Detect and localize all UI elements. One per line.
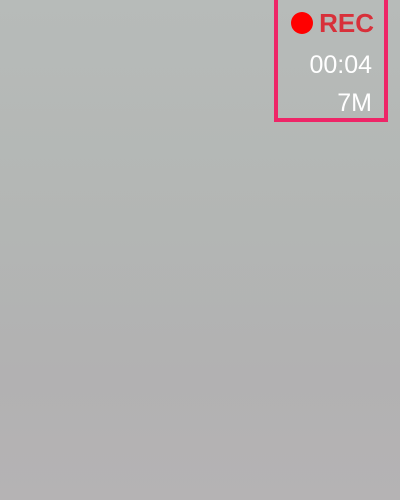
- recording-status-panel: REC 00:04 7M: [274, 0, 388, 122]
- rec-label: REC: [319, 8, 374, 38]
- recording-file-size: 7M: [337, 89, 372, 117]
- recording-timer: 00:04: [309, 51, 372, 79]
- rec-indicator: REC: [291, 8, 374, 38]
- record-dot-icon: [291, 12, 314, 34]
